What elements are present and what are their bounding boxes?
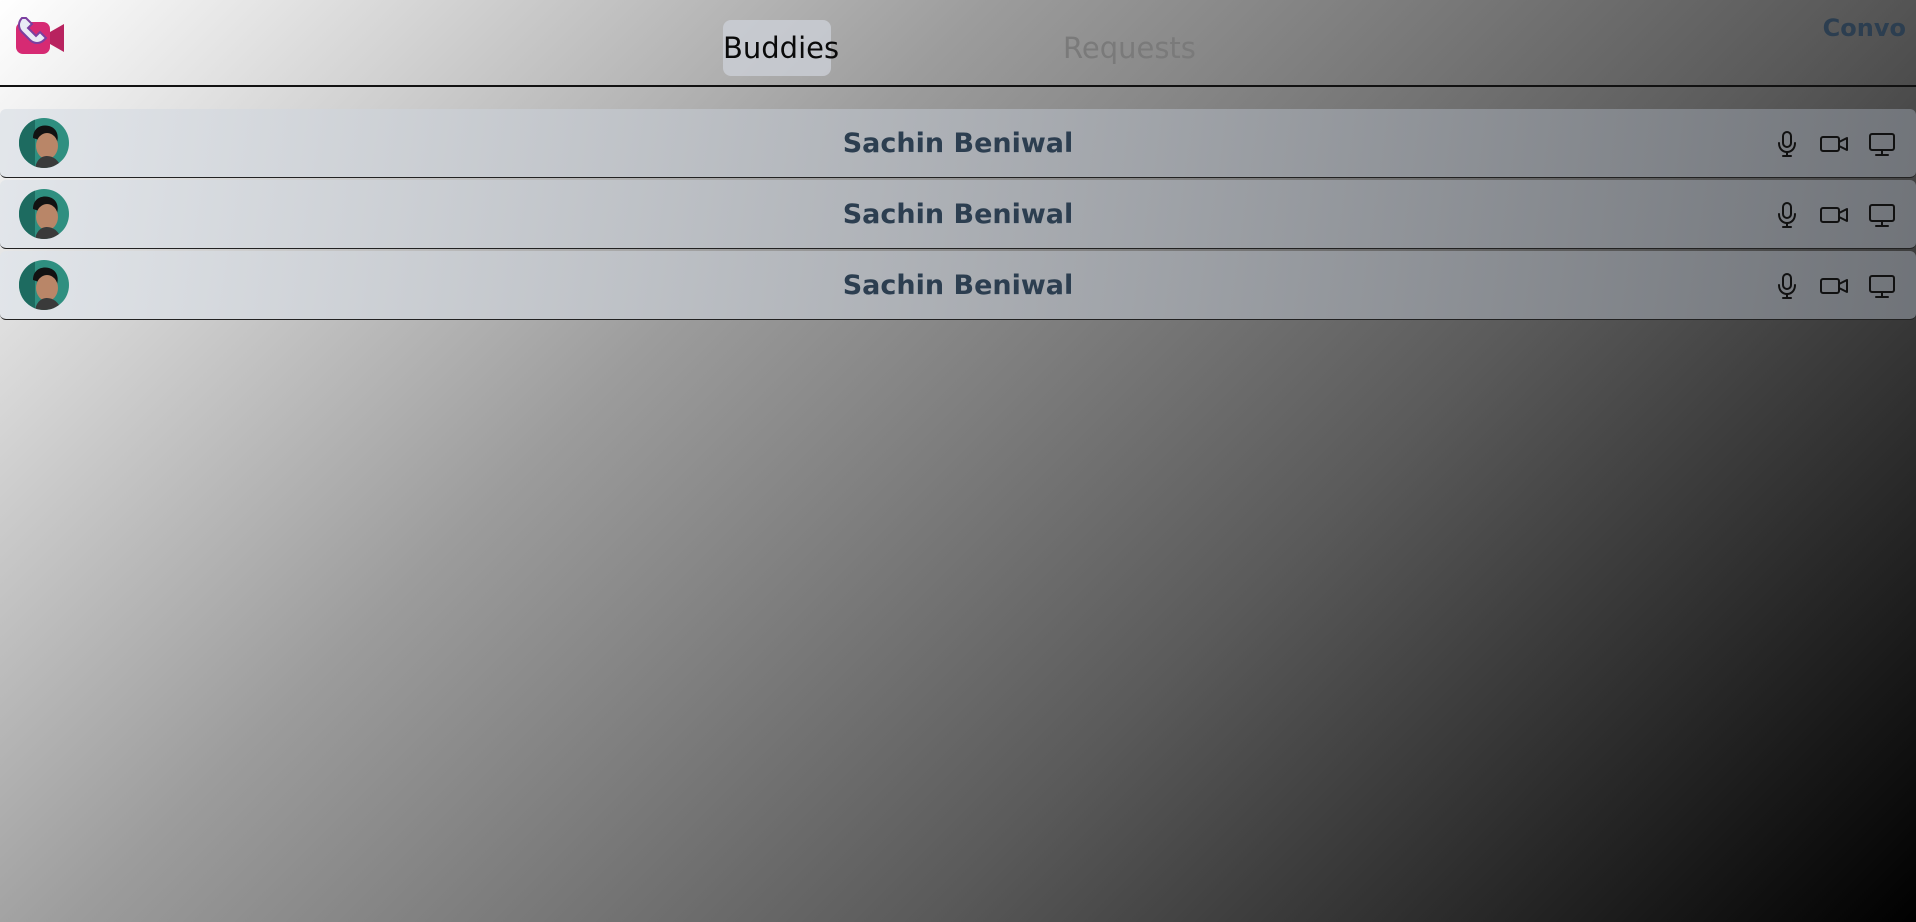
video-camera-icon[interactable] [1820, 130, 1848, 158]
video-call-logo-icon[interactable] [14, 14, 66, 60]
tab-requests[interactable]: Requests [1052, 20, 1207, 76]
buddy-list: Sachin Beniwal Sachin Beniwal Sachin Ben… [0, 109, 1916, 322]
microphone-icon[interactable] [1773, 201, 1801, 229]
app-brand: Convo [1822, 14, 1906, 42]
buddy-row[interactable]: Sachin Beniwal [0, 109, 1916, 178]
buddy-row[interactable]: Sachin Beniwal [0, 251, 1916, 320]
tab-buddies[interactable]: Buddies [723, 20, 839, 76]
buddy-name: Sachin Beniwal [842, 199, 1074, 230]
video-camera-icon[interactable] [1820, 272, 1848, 300]
microphone-icon[interactable] [1773, 130, 1801, 158]
top-bar: Buddies Requests Convo [0, 0, 1916, 87]
video-camera-icon[interactable] [1820, 201, 1848, 229]
microphone-icon[interactable] [1773, 272, 1801, 300]
buddy-name: Sachin Beniwal [842, 270, 1074, 301]
monitor-icon[interactable] [1868, 130, 1896, 158]
monitor-icon[interactable] [1868, 272, 1896, 300]
buddy-row[interactable]: Sachin Beniwal [0, 180, 1916, 249]
buddy-name: Sachin Beniwal [842, 128, 1074, 159]
monitor-icon[interactable] [1868, 201, 1896, 229]
